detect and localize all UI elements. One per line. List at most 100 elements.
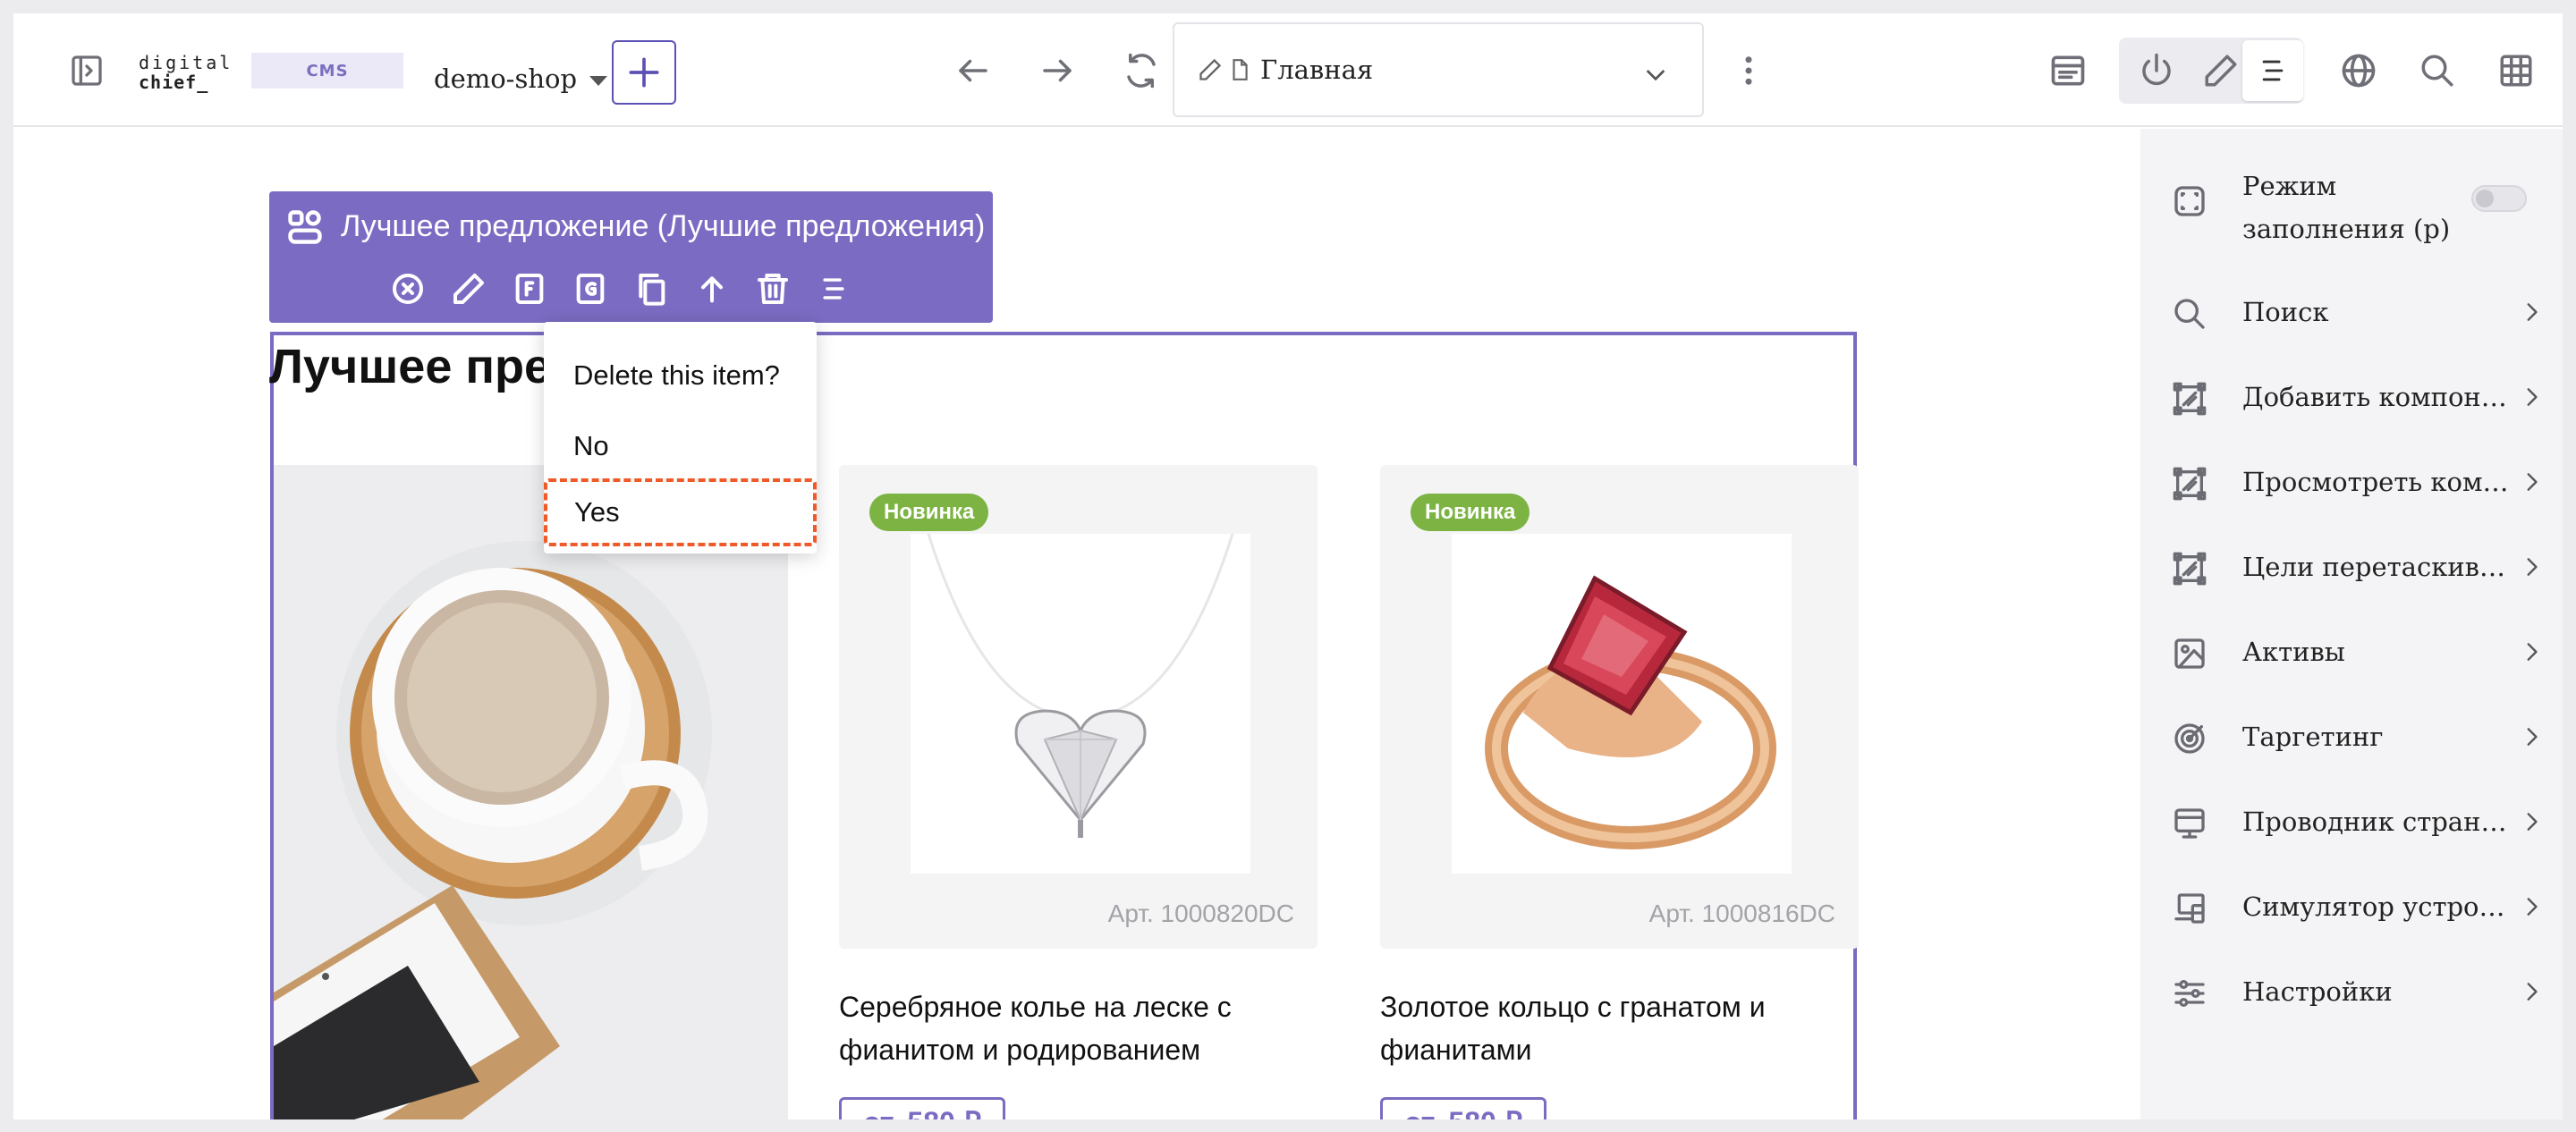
- kebab-menu-icon: [1745, 56, 1752, 85]
- chevron-right-icon: [2520, 553, 2543, 584]
- more-options-button[interactable]: [1731, 46, 1767, 96]
- sidebar-item-label: Активы: [2242, 637, 2345, 667]
- site-selector[interactable]: demo-shop: [434, 63, 608, 94]
- refresh-icon: [1127, 53, 1156, 89]
- new-badge: Новинка: [869, 494, 989, 531]
- field-button[interactable]: [509, 268, 550, 309]
- fill-mode-icon: [2171, 182, 2208, 220]
- forward-button[interactable]: [1026, 46, 1089, 96]
- delete-button[interactable]: [752, 268, 793, 309]
- sidebar-item-label: Симулятор устройств: [2242, 891, 2511, 922]
- logo: digital chief_: [139, 53, 233, 92]
- delete-confirm-popover: Delete this item? No Yes: [544, 322, 817, 553]
- chevron-right-icon: [2520, 978, 2543, 1009]
- sliders-icon: [2171, 975, 2208, 1012]
- edit-button[interactable]: [448, 268, 489, 309]
- sidebar-item-settings[interactable]: Настройки: [2140, 955, 2563, 1026]
- arrow-up-icon: [701, 276, 723, 303]
- publish-button[interactable]: [2332, 46, 2385, 96]
- sidebar-item-label: Цели перетаскивания: [2242, 552, 2511, 582]
- group-button[interactable]: [570, 268, 611, 309]
- duplicate-button[interactable]: [631, 268, 672, 309]
- arrow-left-icon: [959, 59, 987, 82]
- chevron-right-icon: [2520, 384, 2543, 414]
- chevron-right-icon: [2520, 808, 2543, 839]
- search-icon: [2421, 55, 2453, 87]
- product-photo: [911, 534, 1250, 874]
- pencil-icon: [1199, 58, 1222, 80]
- monitor-icon: [2171, 805, 2208, 842]
- sidebar-item-page-explorer[interactable]: Проводник страниц: [2140, 785, 2563, 857]
- product-name[interactable]: Серебряное колье на леске с фианитом и р…: [839, 985, 1340, 1071]
- target-icon: [2171, 720, 2208, 757]
- confirm-delete-label: Yes: [574, 496, 620, 528]
- plus-icon: [629, 57, 659, 88]
- structure-button[interactable]: [813, 268, 854, 309]
- cms-badge: CMS: [251, 53, 403, 89]
- fill-mode-switch[interactable]: [2471, 185, 2527, 212]
- sidebar-item-drop-targets[interactable]: Цели перетаскивания: [2140, 530, 2563, 602]
- sidebar-item-label: Проводник страниц: [2242, 807, 2511, 837]
- product-photo: [1452, 534, 1792, 874]
- product-card[interactable]: Новинка Арт. 1000816DC: [1380, 465, 1859, 949]
- back-button[interactable]: [942, 46, 1004, 96]
- page-selector[interactable]: Главная: [1173, 22, 1704, 117]
- globe-upload-icon: [2342, 54, 2376, 88]
- chevron-down-icon: [1646, 70, 1665, 81]
- product-name[interactable]: Золотое кольцо с гранатом и фианитами: [1380, 985, 1881, 1071]
- component-breadcrumb[interactable]: Лучшее предложение (Лучшие предложения): [341, 209, 985, 244]
- layout-icon: [2051, 55, 2085, 86]
- cms-editor-window: digital chief_ CMS demo-shop Главная Луч…: [13, 13, 2563, 1119]
- reload-button[interactable]: [1110, 46, 1173, 96]
- grid-button[interactable]: [2489, 46, 2543, 96]
- cancel-delete-button[interactable]: No: [573, 430, 609, 462]
- sidebar-item-label: Таргетинг: [2242, 722, 2384, 752]
- component-frame-icon: [2171, 465, 2208, 503]
- power-icon: [2142, 53, 2171, 86]
- page-title: Главная: [1260, 55, 1374, 85]
- g-box-icon: [576, 274, 605, 304]
- add-page-button[interactable]: [612, 40, 676, 105]
- deselect-button[interactable]: [387, 268, 428, 309]
- toggle-sidebar-button[interactable]: [60, 46, 114, 96]
- sidebar-item-label: Добавить компоненты: [2242, 382, 2511, 412]
- component-icon: [285, 207, 325, 250]
- sidebar-item-view-components[interactable]: Просмотреть компоненты: [2140, 445, 2563, 517]
- necklace-image: [911, 534, 1250, 874]
- sidebar-item-device-simulator[interactable]: Симулятор устройств: [2140, 870, 2563, 942]
- sidebar-toggle-icon: [72, 55, 102, 86]
- component-frame-icon: [2171, 380, 2208, 418]
- right-sidebar: Режим заполнения (p) Поиск Добавить комп…: [2140, 129, 2563, 1119]
- devices-icon: [2171, 890, 2208, 927]
- move-up-button[interactable]: [691, 268, 733, 309]
- layout-button[interactable]: [2037, 46, 2099, 96]
- edit-mode-button[interactable]: [2196, 46, 2246, 96]
- promo-image: [274, 465, 788, 1119]
- new-badge: Новинка: [1411, 494, 1530, 531]
- price-button[interactable]: от. 580 ₽: [839, 1097, 1006, 1119]
- preview-mode-button[interactable]: [2131, 46, 2182, 96]
- confirm-delete-button[interactable]: Yes: [544, 478, 817, 546]
- price-button[interactable]: от. 580 ₽: [1380, 1097, 1547, 1119]
- sidebar-item-add-components[interactable]: Добавить компоненты: [2140, 360, 2563, 432]
- search-button[interactable]: [2411, 46, 2464, 96]
- sidebar-item-label: Просмотреть компоненты: [2242, 467, 2511, 497]
- component-toolbar: Лучшее предложение (Лучшие предложения): [269, 191, 993, 323]
- arrow-right-icon: [1043, 59, 1072, 82]
- chevron-right-icon: [2520, 638, 2543, 669]
- structure-mode-button[interactable]: [2242, 40, 2303, 101]
- list-icon: [823, 278, 844, 300]
- fill-mode-toggle-row[interactable]: Режим заполнения (p): [2140, 156, 2563, 245]
- fill-mode-label: Режим заполнения (p): [2242, 171, 2451, 244]
- sidebar-item-label: Настройки: [2242, 976, 2393, 1007]
- coffee-photo: [274, 465, 788, 1119]
- pencil-icon: [2205, 55, 2237, 87]
- article-number: Арт. 1000816DC: [1648, 900, 1835, 927]
- sidebar-item-assets[interactable]: Активы: [2140, 615, 2563, 687]
- product-card[interactable]: Новинка Арт. 1000820DC: [839, 465, 1318, 949]
- sidebar-item-search[interactable]: Поиск: [2140, 275, 2563, 347]
- switch-knob: [2476, 190, 2494, 207]
- chevron-right-icon: [2520, 299, 2543, 329]
- sidebar-item-targeting[interactable]: Таргетинг: [2140, 700, 2563, 772]
- article-number: Арт. 1000820DC: [1107, 900, 1294, 927]
